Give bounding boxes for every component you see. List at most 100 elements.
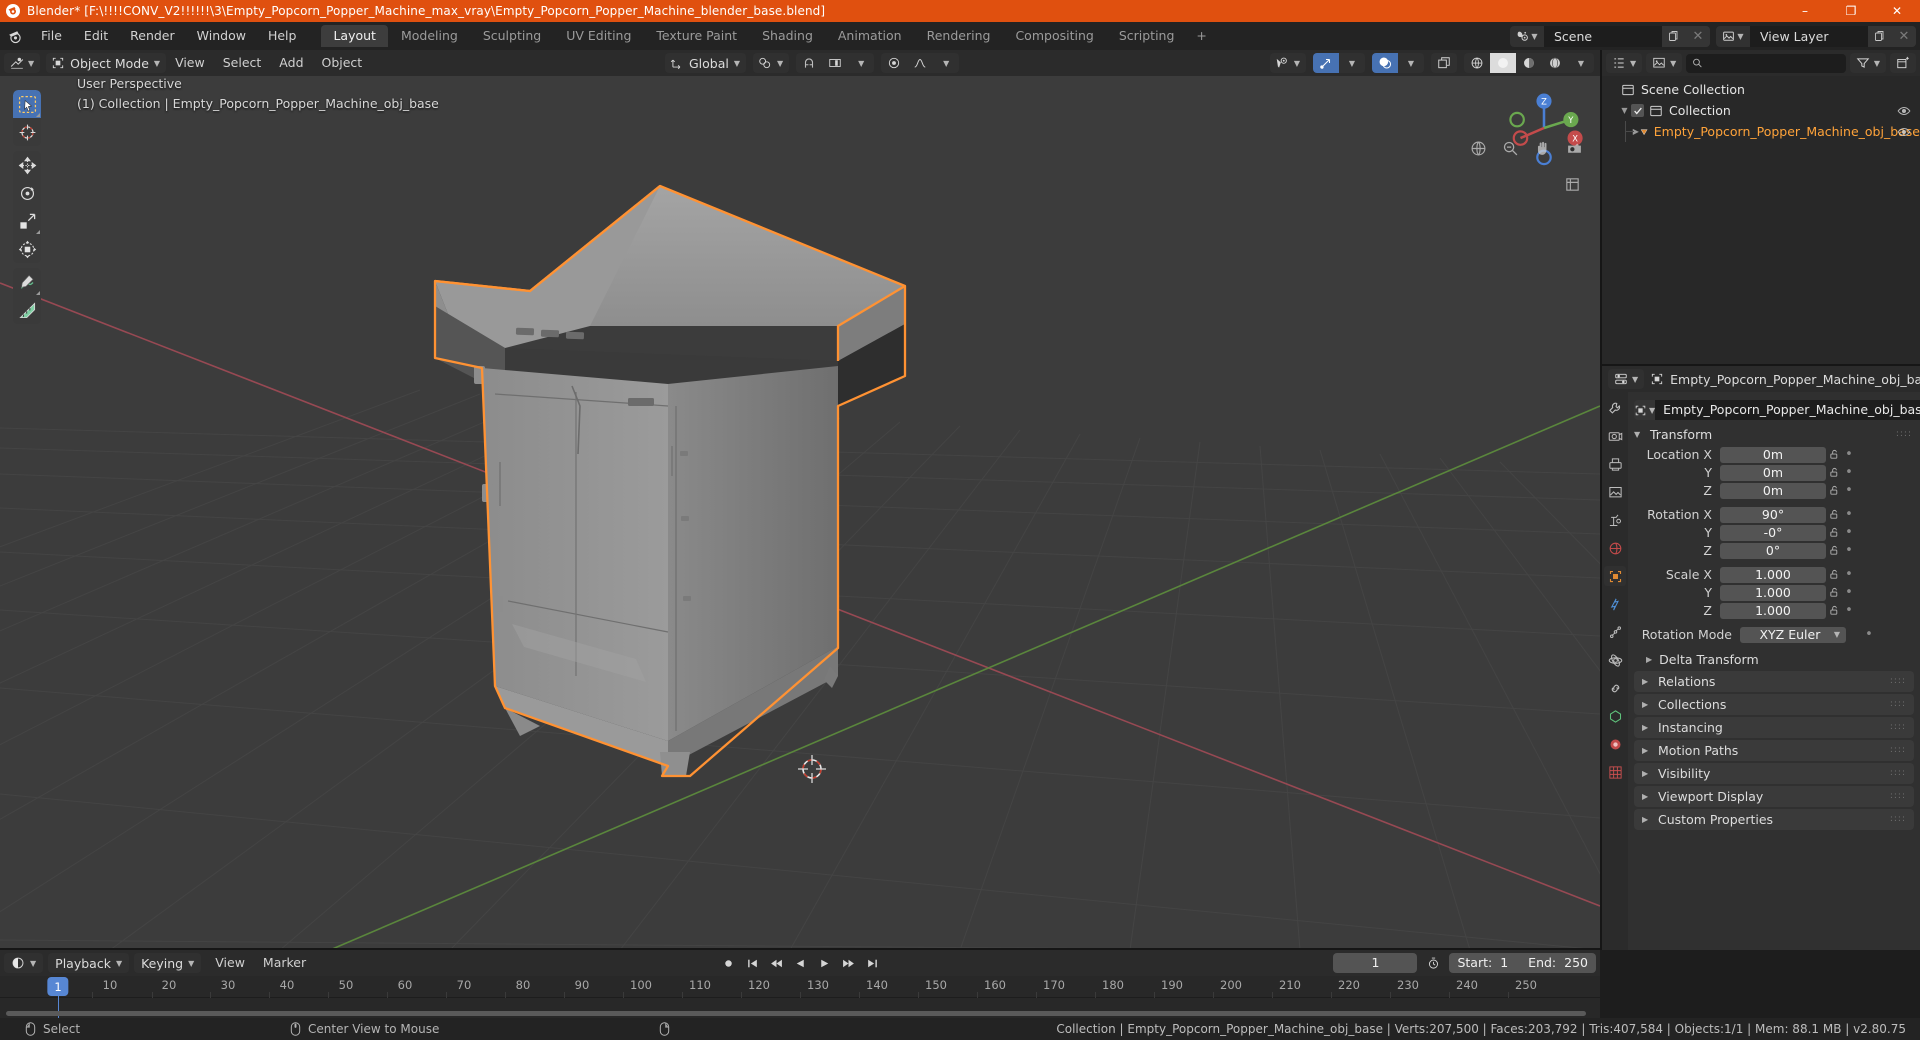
animate-dot[interactable]: •	[1842, 585, 1856, 601]
field-value[interactable]: 0m	[1720, 482, 1826, 499]
drag-handle[interactable]: ::::	[1890, 746, 1906, 755]
previous-keyframe-icon[interactable]	[765, 953, 787, 973]
field-rotation-y[interactable]: Y -0° •	[1628, 524, 1914, 541]
lock-icon[interactable]	[1826, 587, 1842, 598]
3d-viewport[interactable]: User Perspective (1) Collection | Empty_…	[0, 50, 1600, 950]
viewport-menu-object[interactable]: Object	[313, 53, 372, 73]
camera-view-icon[interactable]	[1562, 136, 1586, 160]
field-value[interactable]: 1.000	[1720, 602, 1826, 619]
horizontal-splitter-timeline[interactable]	[0, 948, 1600, 950]
play-icon[interactable]	[813, 953, 835, 973]
transform-tool-button[interactable]	[13, 235, 41, 263]
disclosure-triangle[interactable]: ▼	[1618, 106, 1631, 115]
close-button[interactable]: ✕	[1874, 0, 1920, 22]
blender-app-icon[interactable]	[0, 22, 30, 50]
animate-dot[interactable]: •	[1842, 525, 1856, 541]
tab-constraint-properties[interactable]	[1604, 678, 1626, 698]
outliner-editor-type-button[interactable]: ▼	[1606, 53, 1643, 73]
field-rotation-mode[interactable]: Rotation Mode XYZ Euler ▼ •	[1628, 626, 1914, 643]
minimize-button[interactable]: –	[1782, 0, 1828, 22]
tab-viewlayer-properties[interactable]	[1604, 482, 1626, 502]
field-value[interactable]: 1.000	[1720, 584, 1826, 601]
solid-shading-icon[interactable]	[1490, 53, 1516, 73]
lock-icon[interactable]	[1826, 509, 1842, 520]
animate-dot[interactable]: •	[1842, 465, 1856, 481]
transform-panel-header[interactable]: ▼ Transform ::::	[1628, 424, 1920, 445]
tab-compositing[interactable]: Compositing	[1003, 25, 1105, 47]
field-scale-z[interactable]: Z 1.000 •	[1628, 602, 1914, 619]
tab-animation[interactable]: Animation	[826, 25, 914, 47]
outliner-editor[interactable]: ▼ ▼ ▼ Scene Collection ▼ Collection ▶ Em…	[1602, 50, 1920, 365]
scene-selector[interactable]: ▼ Scene ✕	[1510, 25, 1710, 47]
tab-layout[interactable]: Layout	[321, 25, 388, 47]
outliner-row-collection[interactable]: ▼ Collection	[1602, 100, 1920, 121]
new-scene-button[interactable]	[1662, 25, 1686, 47]
field-scale-y[interactable]: Y 1.000 •	[1628, 584, 1914, 601]
field-location-y[interactable]: Y 0m •	[1628, 464, 1914, 481]
overlays-icon[interactable]	[1372, 53, 1398, 73]
lock-icon[interactable]	[1826, 449, 1842, 460]
tab-render-properties[interactable]	[1604, 426, 1626, 446]
drag-handle[interactable]: ::::	[1890, 792, 1906, 801]
collection-checkbox[interactable]	[1631, 104, 1644, 117]
chevron-down-icon[interactable]: ▼	[1339, 53, 1365, 73]
toggle-camera-icon[interactable]	[1466, 136, 1490, 160]
animate-dot[interactable]: •	[1842, 543, 1856, 559]
properties-editor-type-button[interactable]: ▼	[1608, 369, 1645, 389]
field-rotation-x[interactable]: Rotation X 90° •	[1628, 506, 1914, 523]
tab-uv-editing[interactable]: UV Editing	[554, 25, 643, 47]
chevron-down-icon[interactable]: ▼	[933, 53, 959, 73]
menu-edit[interactable]: Edit	[73, 26, 119, 46]
outliner-search-field[interactable]	[1708, 56, 1840, 70]
maximize-button[interactable]: ❐	[1828, 0, 1874, 22]
outliner-display-mode-button[interactable]: ▼	[1646, 53, 1683, 73]
play-reverse-icon[interactable]	[789, 953, 811, 973]
lock-icon[interactable]	[1826, 527, 1842, 538]
cursor-tool-button[interactable]	[13, 118, 41, 146]
object-mode-selector[interactable]: Object Mode ▼	[46, 53, 167, 73]
viewlayer-selector[interactable]: ▼ View Layer ✕	[1716, 25, 1916, 47]
tab-material-properties[interactable]	[1604, 734, 1626, 754]
lock-icon[interactable]	[1826, 605, 1842, 616]
field-location-z[interactable]: Z 0m •	[1628, 482, 1914, 499]
lock-icon[interactable]	[1826, 467, 1842, 478]
animate-dot[interactable]: •	[1862, 627, 1876, 643]
scale-tool-button[interactable]	[13, 207, 41, 235]
viewport-canvas[interactable]	[0, 76, 1600, 950]
tab-rendering[interactable]: Rendering	[915, 25, 1003, 47]
drag-handle[interactable]: ::::	[1890, 815, 1906, 824]
gizmo-icon[interactable]	[1313, 53, 1339, 73]
new-viewlayer-button[interactable]	[1868, 25, 1892, 47]
drag-handle[interactable]: ::::	[1890, 700, 1906, 709]
chevron-down-icon[interactable]: ▼	[1568, 53, 1594, 73]
panel-collections[interactable]: ▶ Collections ::::	[1634, 694, 1914, 715]
tab-texture-properties[interactable]	[1604, 762, 1626, 782]
outliner-row-scene-collection[interactable]: Scene Collection	[1602, 79, 1920, 100]
orthographic-toggle-icon[interactable]	[1560, 172, 1584, 196]
panel-motion-paths[interactable]: ▶ Motion Paths ::::	[1634, 740, 1914, 761]
menu-render[interactable]: Render	[119, 26, 186, 46]
pan-hand-icon[interactable]	[1530, 136, 1554, 160]
measure-tool-button[interactable]	[13, 296, 41, 324]
drag-handle[interactable]: ::::	[1896, 430, 1912, 439]
magnet-icon[interactable]	[796, 53, 822, 73]
viewport-menu-add[interactable]: Add	[270, 53, 312, 73]
tab-modifier-properties[interactable]	[1604, 594, 1626, 614]
outliner-row-object[interactable]: ▶ Empty_Popcorn_Popper_Machine_obj_base	[1602, 121, 1920, 142]
xray-toggle-icon[interactable]	[1431, 53, 1457, 73]
tweak-tool-button[interactable]	[13, 90, 41, 118]
tab-output-properties[interactable]	[1604, 454, 1626, 474]
delta-transform-subpanel[interactable]: ▶ Delta Transform	[1628, 649, 1920, 669]
rendered-shading-icon[interactable]	[1542, 53, 1568, 73]
object-name-field[interactable]: Empty_Popcorn_Popper_Machine_obj_base	[1655, 400, 1920, 420]
panel-visibility[interactable]: ▶ Visibility ::::	[1634, 763, 1914, 784]
field-value[interactable]: 0°	[1720, 542, 1826, 559]
jump-to-end-icon[interactable]	[861, 953, 883, 973]
timeline-ruler[interactable]: 10 20 30 40 50 60 70 80 90 100 110 120 1…	[0, 976, 1600, 1022]
rotate-tool-button[interactable]	[13, 179, 41, 207]
zoom-icon[interactable]	[1498, 136, 1522, 160]
tab-scene-properties[interactable]	[1604, 510, 1626, 530]
menu-file[interactable]: File	[30, 26, 73, 46]
tab-tool-properties[interactable]	[1604, 398, 1626, 418]
viewport-menu-view[interactable]: View	[166, 53, 214, 73]
